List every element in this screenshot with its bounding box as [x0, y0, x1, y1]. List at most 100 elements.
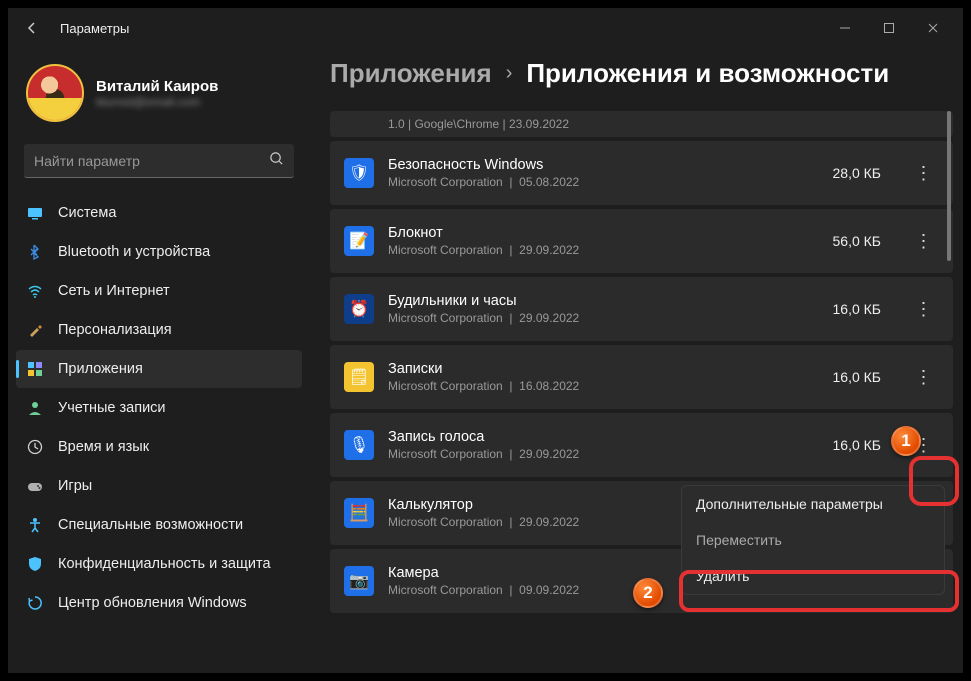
more-vertical-icon: ⋮	[915, 300, 932, 318]
sidebar-item-bluetooth[interactable]: Bluetooth и устройства	[16, 233, 302, 271]
sidebar-item-wifi[interactable]: Сеть и Интернет	[16, 272, 302, 310]
app-row[interactable]: 🛡 Безопасность Windows Microsoft Corpora…	[330, 141, 953, 205]
menu-item-0[interactable]: Дополнительные параметры	[682, 486, 944, 522]
profile-email: blurred@email.com	[96, 95, 218, 109]
sidebar-item-system[interactable]: Система	[16, 194, 302, 232]
minimize-icon	[839, 22, 851, 34]
sidebar-item-label: Приложения	[58, 361, 143, 377]
brush-icon	[26, 321, 44, 339]
sidebar-item-label: Время и язык	[58, 439, 149, 455]
profile-name: Виталий Каиров	[96, 78, 218, 95]
search-input[interactable]	[34, 153, 269, 169]
app-size: 16,0 КБ	[833, 369, 881, 385]
minimize-button[interactable]	[823, 12, 867, 44]
sidebar: Виталий Каиров blurred@email.com Система…	[8, 48, 308, 673]
more-vertical-icon: ⋮	[915, 232, 932, 250]
apps-icon	[26, 360, 44, 378]
sidebar-item-label: Игры	[58, 478, 92, 494]
search-box[interactable]	[24, 144, 294, 178]
app-meta: Microsoft Corporation | 29.09.2022	[388, 447, 819, 461]
app-icon: ⏰	[344, 294, 374, 324]
maximize-icon	[883, 22, 895, 34]
app-size: 28,0 КБ	[833, 165, 881, 181]
app-name: Безопасность Windows	[388, 157, 819, 173]
system-icon	[26, 204, 44, 222]
app-row[interactable]: 🗒 Записки Microsoft Corporation | 16.08.…	[330, 345, 953, 409]
app-meta: 1.0 | Google\Chrome | 23.09.2022	[388, 117, 939, 131]
app-more-button[interactable]: ⋮	[907, 361, 939, 393]
more-vertical-icon: ⋮	[915, 368, 932, 386]
menu-item-1: Переместить	[682, 522, 944, 558]
sidebar-item-user[interactable]: Учетные записи	[16, 389, 302, 427]
app-meta: Microsoft Corporation | 05.08.2022	[388, 175, 819, 189]
window-controls	[823, 12, 955, 44]
app-meta: Microsoft Corporation | 29.09.2022	[388, 311, 819, 325]
annotation-badge-2: 2	[633, 578, 663, 608]
app-name: Будильники и часы	[388, 293, 819, 309]
sidebar-item-brush[interactable]: Персонализация	[16, 311, 302, 349]
app-icon: 🧮	[344, 498, 374, 528]
app-name: Блокнот	[388, 225, 819, 241]
a11y-icon	[26, 516, 44, 534]
app-icon: 🛡	[344, 158, 374, 188]
app-icon: 📷	[344, 566, 374, 596]
context-menu: Дополнительные параметрыПереместитьУдали…	[681, 485, 945, 595]
sidebar-item-label: Персонализация	[58, 322, 172, 338]
game-icon	[26, 477, 44, 495]
app-name: Запись голоса	[388, 429, 819, 445]
more-vertical-icon: ⋮	[915, 164, 932, 182]
sidebar-item-label: Bluetooth и устройства	[58, 244, 210, 260]
breadcrumb-current: Приложения и возможности	[526, 58, 889, 89]
menu-item-2[interactable]: Удалить	[682, 558, 944, 594]
sidebar-item-clock[interactable]: Время и язык	[16, 428, 302, 466]
app-row-partial: 1.0 | Google\Chrome | 23.09.2022	[330, 111, 953, 137]
user-profile[interactable]: Виталий Каиров blurred@email.com	[16, 56, 302, 136]
sidebar-item-label: Специальные возможности	[58, 517, 243, 533]
app-size: 56,0 КБ	[833, 233, 881, 249]
app-row[interactable]: ⏰ Будильники и часы Microsoft Corporatio…	[330, 277, 953, 341]
sidebar-item-a11y[interactable]: Специальные возможности	[16, 506, 302, 544]
app-icon: 🎙	[344, 430, 374, 460]
app-more-button[interactable]: ⋮	[907, 225, 939, 257]
sidebar-item-label: Центр обновления Windows	[58, 595, 247, 611]
app-row[interactable]: 📝 Блокнот Microsoft Corporation | 29.09.…	[330, 209, 953, 273]
close-button[interactable]	[911, 12, 955, 44]
chevron-right-icon: ›	[506, 62, 513, 85]
breadcrumb: Приложения › Приложения и возможности	[330, 48, 953, 111]
bluetooth-icon	[26, 243, 44, 261]
app-size: 16,0 КБ	[833, 301, 881, 317]
sidebar-item-game[interactable]: Игры	[16, 467, 302, 505]
app-icon: 📝	[344, 226, 374, 256]
close-icon	[927, 22, 939, 34]
app-more-button[interactable]: ⋮	[907, 293, 939, 325]
shield-icon	[26, 555, 44, 573]
app-meta: Microsoft Corporation | 16.08.2022	[388, 379, 819, 393]
wifi-icon	[26, 282, 44, 300]
app-icon: 🗒	[344, 362, 374, 392]
sidebar-item-label: Конфиденциальность и защита	[58, 556, 271, 572]
maximize-button[interactable]	[867, 12, 911, 44]
sidebar-item-update[interactable]: Центр обновления Windows	[16, 584, 302, 622]
scrollbar-thumb[interactable]	[947, 111, 951, 261]
titlebar: Параметры	[8, 8, 963, 48]
avatar	[26, 64, 84, 122]
back-button[interactable]	[16, 12, 48, 44]
main-content: Приложения › Приложения и возможности 1.…	[308, 48, 963, 673]
app-row[interactable]: 🎙 Запись голоса Microsoft Corporation | …	[330, 413, 953, 477]
sidebar-item-shield[interactable]: Конфиденциальность и защита	[16, 545, 302, 583]
sidebar-item-label: Система	[58, 205, 116, 221]
window-title: Параметры	[60, 21, 129, 36]
back-arrow-icon	[24, 20, 40, 36]
sidebar-item-label: Учетные записи	[58, 400, 166, 416]
scrollbar[interactable]	[947, 111, 951, 673]
app-meta: Microsoft Corporation | 29.09.2022	[388, 243, 819, 257]
user-icon	[26, 399, 44, 417]
app-name: Записки	[388, 361, 819, 377]
app-more-button[interactable]: ⋮	[907, 157, 939, 189]
sidebar-item-label: Сеть и Интернет	[58, 283, 170, 299]
nav-list: Система Bluetooth и устройства Сеть и Ин…	[16, 194, 302, 622]
breadcrumb-parent[interactable]: Приложения	[330, 58, 492, 89]
sidebar-item-apps[interactable]: Приложения	[16, 350, 302, 388]
update-icon	[26, 594, 44, 612]
app-size: 16,0 КБ	[833, 437, 881, 453]
